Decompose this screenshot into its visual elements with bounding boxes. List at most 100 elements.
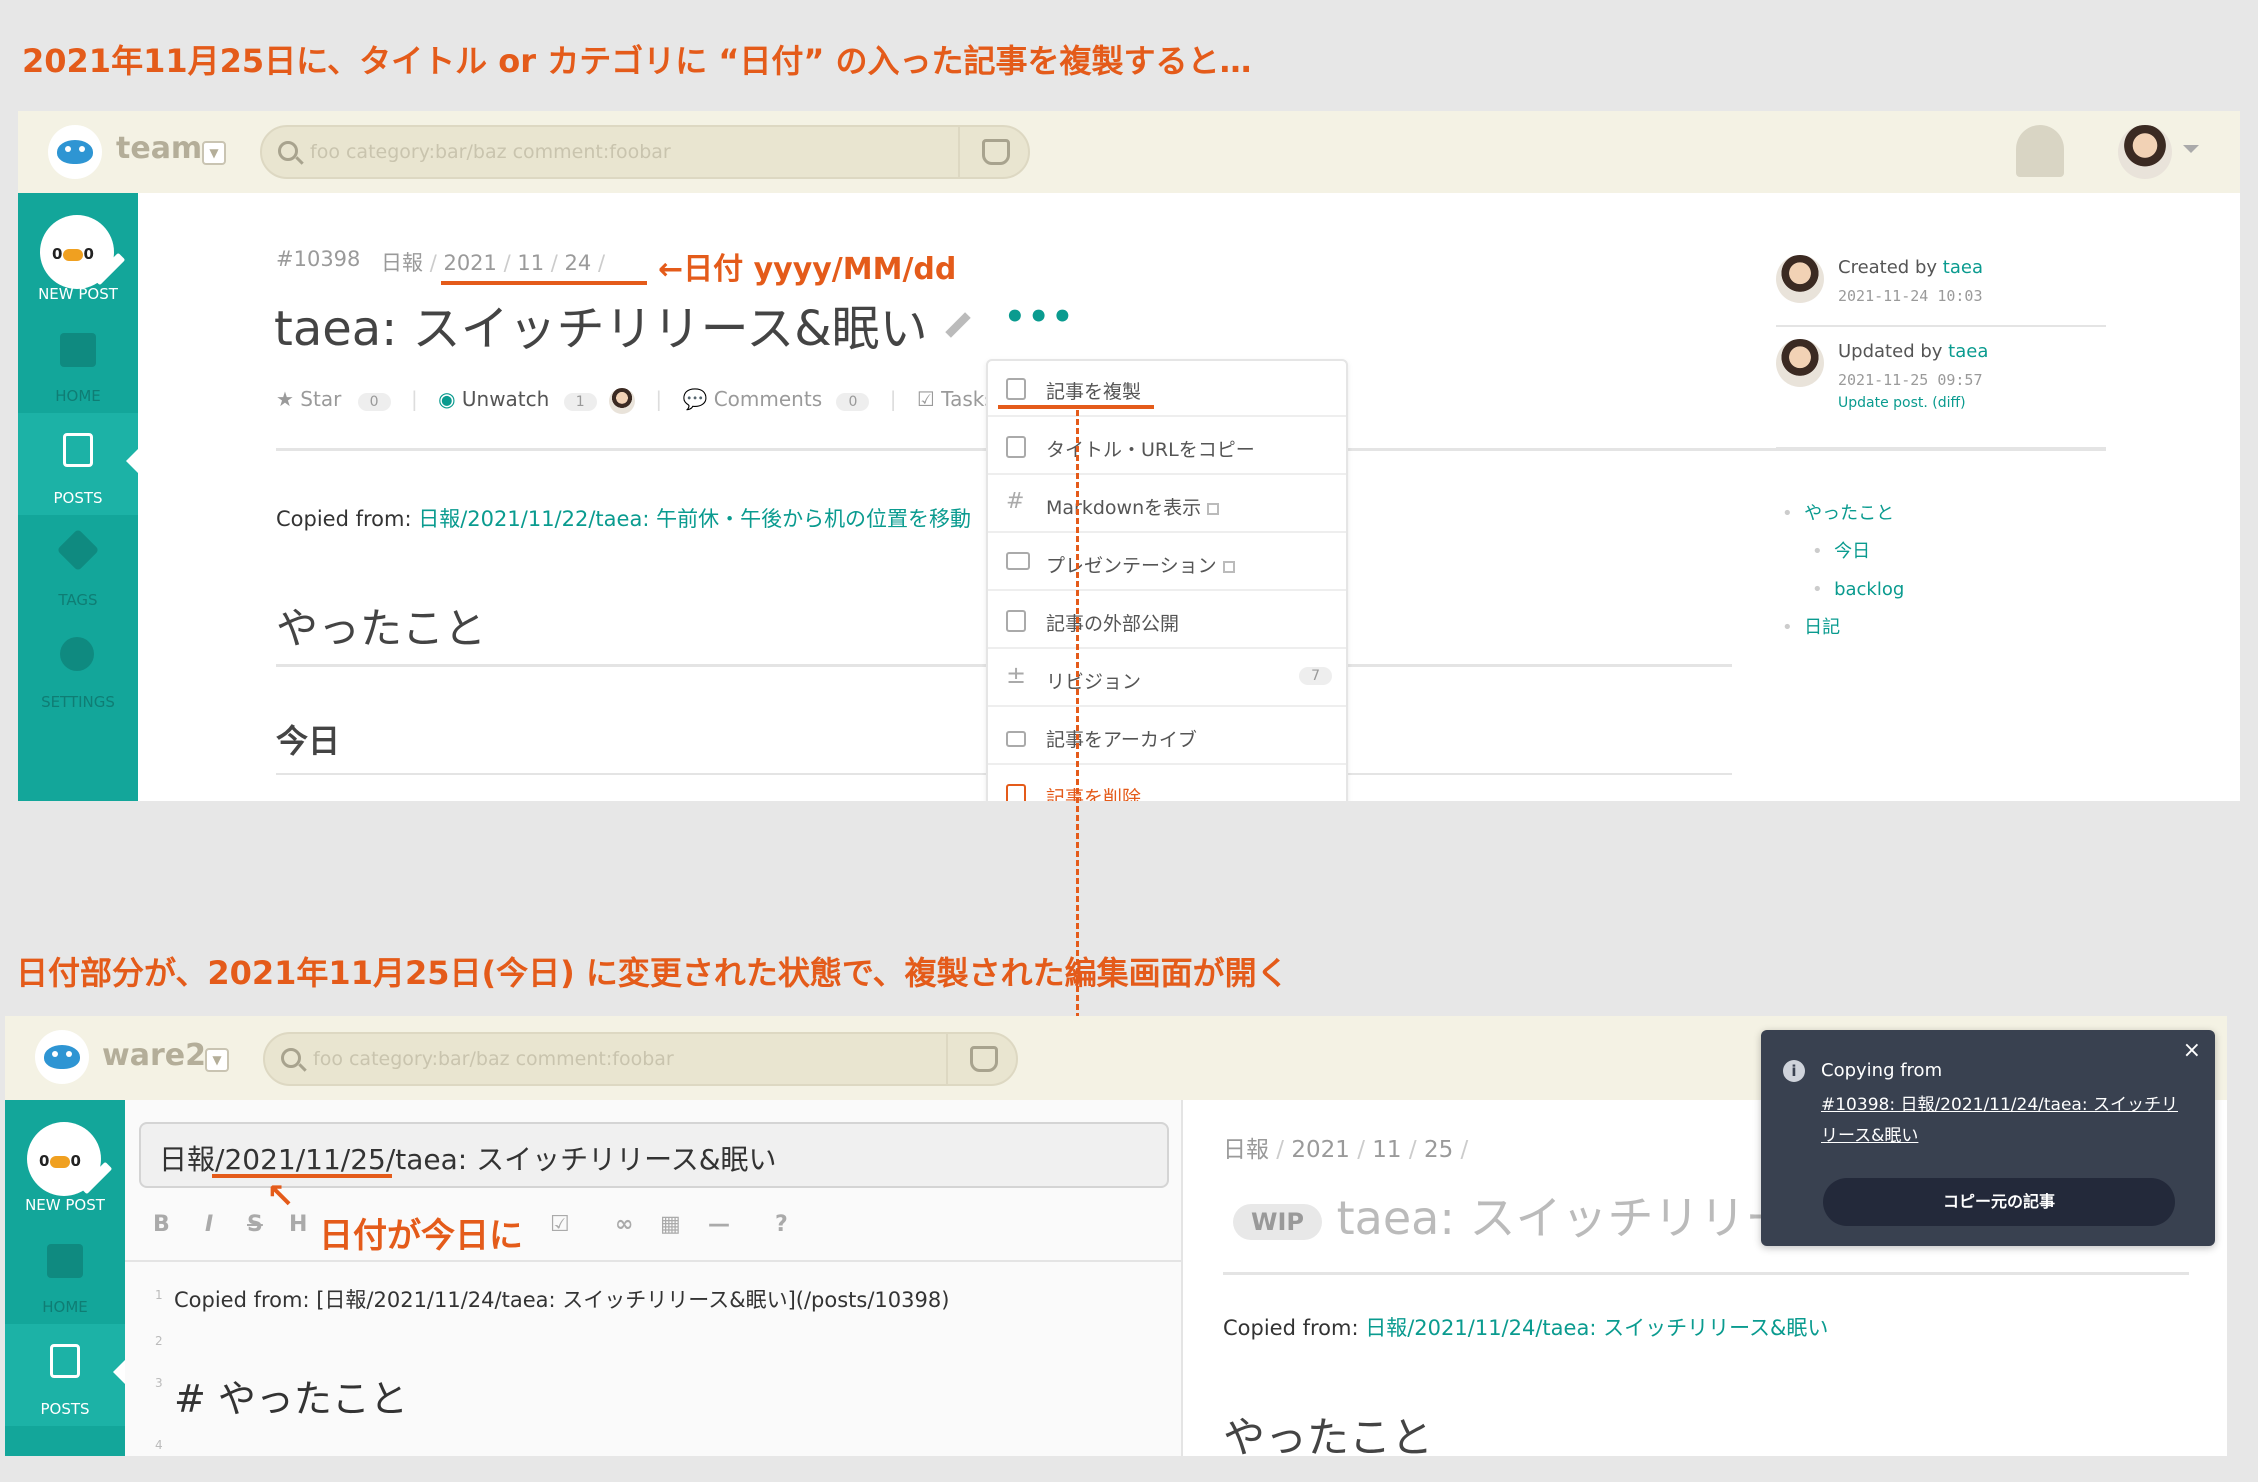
editor-line-1[interactable]: Copied from: [日報/2021/11/24/taea: スイッチリリ… — [174, 1284, 949, 1314]
preview-divider — [1223, 1272, 2189, 1275]
sidebar-new-post[interactable]: 00 NEW POST — [5, 1100, 125, 1222]
chevron-down-icon[interactable] — [2183, 145, 2199, 153]
watch-count: 1 — [563, 393, 597, 411]
sidebar-item-home[interactable]: HOME — [5, 1222, 125, 1324]
italic-button[interactable]: I — [205, 1212, 213, 1237]
source-post-button[interactable]: コピー元の記事 — [1823, 1178, 2175, 1226]
chevron-down-icon[interactable]: ▼ — [202, 141, 226, 165]
date-today-annotation: 日付が今日に — [319, 1216, 523, 1256]
toc-item[interactable]: • やったこと — [1782, 495, 1904, 533]
section-heading-1: やったこと — [276, 604, 487, 653]
help-icon[interactable]: ? — [775, 1212, 788, 1237]
unwatch-button[interactable]: ◉ Unwatch — [438, 387, 549, 411]
creator-link[interactable]: taea — [1943, 257, 1983, 278]
heading-button[interactable]: H — [289, 1212, 307, 1237]
comments-button[interactable]: 💬 Comments — [682, 387, 822, 411]
post-view-screenshot: team ▼ foo category:bar/baz comment:foob… — [18, 111, 2240, 801]
table-button[interactable]: ▦ — [660, 1212, 681, 1237]
title-date: 2021/11/25 — [224, 1143, 386, 1176]
user-avatar[interactable] — [2118, 125, 2172, 179]
edit-pencil-icon[interactable] — [945, 312, 971, 338]
face-icon: 00 — [39, 1152, 82, 1170]
sidebar-item-settings[interactable]: SETTINGS — [18, 617, 138, 719]
sidebar: 00 NEW POST HOME POSTS — [5, 1100, 125, 1456]
sidebar: 00 NEW POST HOME POSTS TAGS SETTINGS — [18, 193, 138, 801]
search-box[interactable]: foo category:bar/baz comment:foobar — [260, 125, 1030, 179]
toc-item[interactable]: • 今日 — [1782, 533, 1904, 571]
sidebar-item-home[interactable]: HOME — [18, 311, 138, 413]
creator-avatar[interactable] — [1776, 255, 1824, 303]
sidebar-new-post[interactable]: 00 NEW POST — [18, 193, 138, 311]
toast-link[interactable]: #10398: 日報/2021/11/24/taea: スイッチリリース&眠い — [1821, 1090, 2191, 1152]
breadcrumb-month[interactable]: 11 — [517, 251, 544, 275]
breadcrumb-year[interactable]: 2021 — [443, 251, 496, 275]
team-logo[interactable] — [48, 125, 102, 179]
tasks-button[interactable]: ☑ Tasks — [917, 387, 995, 411]
search-input[interactable]: foo category:bar/baz comment:foobar — [310, 141, 671, 163]
advanced-search-icon[interactable] — [946, 1034, 1016, 1084]
search-icon — [278, 141, 298, 161]
sidebar-item-posts[interactable]: POSTS — [18, 413, 138, 515]
hr-button[interactable]: — — [708, 1212, 730, 1237]
created-by: Created by taea — [1838, 257, 1983, 278]
copy-icon — [1006, 378, 1026, 400]
clipboard-icon — [1006, 436, 1026, 458]
toc: • やったこと • 今日 • backlog • 日記 — [1782, 495, 1904, 647]
breadcrumb: 日報 / 2021 / 11 / 24 / — [381, 251, 606, 275]
line-number: 4 — [155, 1438, 163, 1452]
menu-item-presentation[interactable]: プレゼンテーション — [988, 535, 1346, 591]
updater-link[interactable]: taea — [1948, 341, 1988, 362]
advanced-search-icon[interactable] — [958, 127, 1028, 177]
search-input[interactable]: foo category:bar/baz comment:foobar — [313, 1048, 674, 1070]
mid-annotation-heading: 日付部分が、2021年11月25日(今日) に変更された状態で、複製された編集画… — [16, 954, 1289, 992]
post-title: taea: スイッチリリース&眠い — [274, 301, 928, 357]
section-heading-2: 今日 — [276, 722, 341, 760]
menu-item-share[interactable]: 記事の外部公開 — [988, 593, 1346, 649]
updated-at: 2021-11-25 09:57 — [1838, 371, 1983, 389]
share-icon — [1006, 610, 1026, 632]
breadcrumb-day[interactable]: 24 — [565, 251, 592, 275]
team-name[interactable]: team — [116, 131, 202, 166]
star-button[interactable]: ★ Star — [276, 387, 341, 411]
more-menu-icon[interactable]: ••• — [1004, 297, 1075, 337]
toc-item[interactable]: • backlog — [1782, 571, 1904, 609]
home-icon — [60, 333, 96, 367]
presentation-icon — [1006, 552, 1030, 570]
plus-minus-icon: ± — [1006, 661, 1027, 689]
search-box[interactable]: foo category:bar/baz comment:foobar — [263, 1032, 1018, 1086]
bold-button[interactable]: B — [153, 1212, 170, 1237]
updater-avatar[interactable] — [1776, 339, 1824, 387]
hash-icon: # — [1006, 489, 1025, 514]
chevron-down-icon[interactable]: ▼ — [205, 1048, 229, 1072]
update-note[interactable]: Update post. (diff) — [1838, 395, 1966, 411]
strike-button[interactable]: S — [247, 1212, 263, 1237]
copied-from-link[interactable]: 日報/2021/11/22/taea: 午前休・午後から机の位置を移動 — [418, 507, 971, 531]
menu-item-markdown[interactable]: # Markdownを表示 — [988, 477, 1346, 533]
sidebar-item-posts[interactable]: POSTS — [5, 1324, 125, 1426]
team-name[interactable]: ware2 — [102, 1038, 206, 1073]
menu-item-delete[interactable]: 記事を削除 — [988, 767, 1346, 801]
sidebar-item-tags[interactable]: TAGS — [18, 515, 138, 617]
created-at: 2021-11-24 10:03 — [1838, 287, 1983, 305]
checkbox-button[interactable]: ☑ — [550, 1212, 570, 1237]
toast-title: Copying from — [1821, 1060, 1943, 1081]
search-icon — [281, 1048, 301, 1068]
external-link-icon — [1207, 502, 1220, 515]
title-input[interactable]: 日報/2021/11/25/taea: スイッチリリース&眠い — [139, 1122, 1169, 1188]
toc-item[interactable]: • 日記 — [1782, 609, 1904, 647]
comment-count: 0 — [836, 393, 870, 411]
link-button[interactable]: ∞ — [615, 1212, 633, 1237]
editor-line-3[interactable]: # やったこと — [174, 1368, 408, 1423]
preview-copied-link[interactable]: 日報/2021/11/24/taea: スイッチリリース&眠い — [1365, 1316, 1828, 1340]
team-logo[interactable] — [35, 1030, 89, 1084]
revision-count: 7 — [1299, 667, 1332, 685]
menu-item-copy-title[interactable]: タイトル・URLをコピー — [988, 419, 1346, 475]
breadcrumb-category[interactable]: 日報 — [381, 251, 423, 275]
date-format-annotation: ←日付 yyyy/MM/dd — [658, 252, 957, 287]
close-icon[interactable]: × — [2183, 1038, 2201, 1063]
menu-item-revision[interactable]: ± リビジョン 7 — [988, 651, 1346, 707]
watcher-avatar[interactable] — [608, 387, 635, 414]
bookmark-icon[interactable] — [2016, 125, 2064, 177]
menu-item-archive[interactable]: 記事をアーカイブ — [988, 709, 1346, 765]
wip-badge: WIP — [1233, 1203, 1322, 1240]
